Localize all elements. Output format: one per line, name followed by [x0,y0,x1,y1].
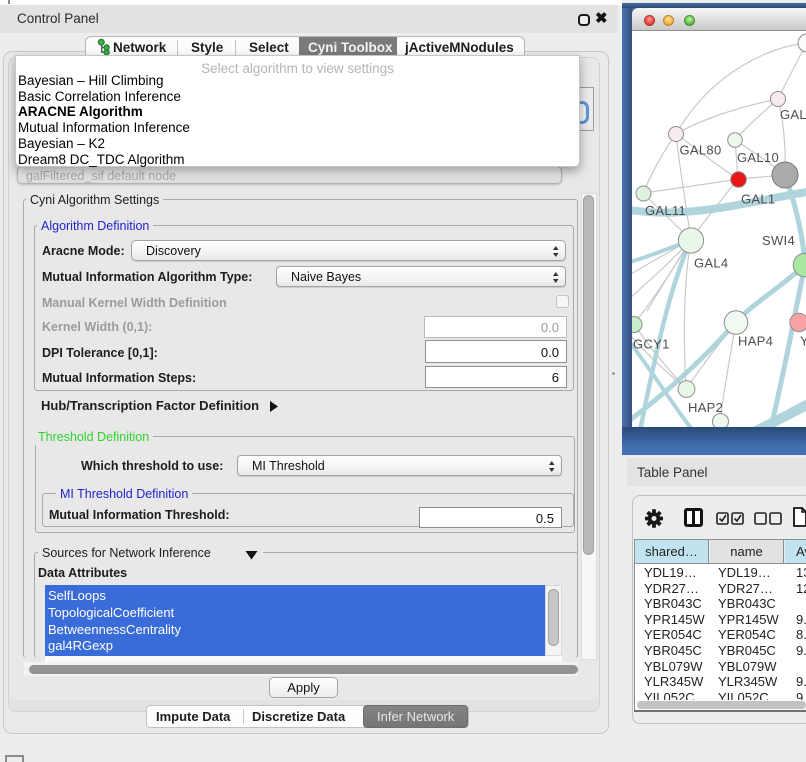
svg-text:GAL4: GAL4 [694,256,728,271]
svg-text:HAP4: HAP4 [738,334,773,349]
svg-text:SWI4: SWI4 [762,233,795,248]
svg-text:GCY1: GCY1 [633,337,670,352]
svg-text:GAL11: GAL11 [645,203,686,218]
svg-text:GAL2: GAL2 [780,107,806,122]
svg-text:Y: Y [800,334,806,349]
svg-text:HAP2: HAP2 [688,400,723,415]
svg-text:GAL1: GAL1 [741,192,775,207]
svg-text:GAL10: GAL10 [737,150,779,165]
svg-text:GAL80: GAL80 [680,143,722,158]
